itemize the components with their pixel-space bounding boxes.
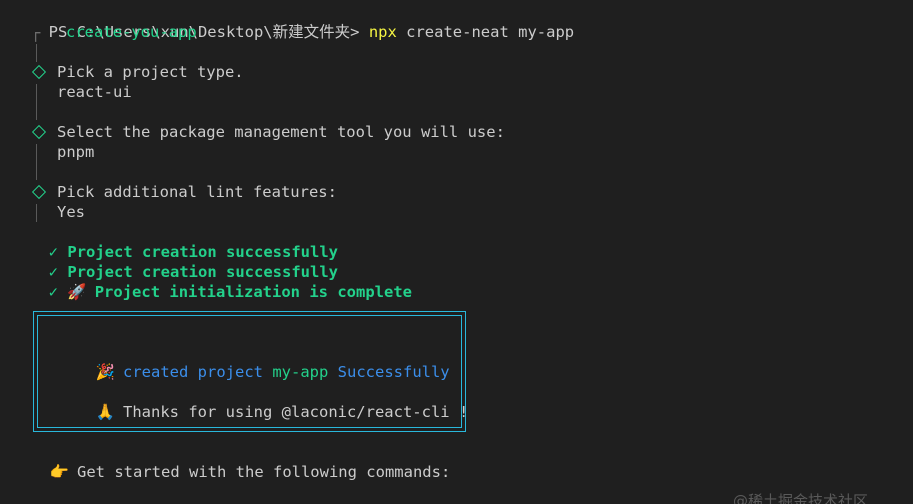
result-line: ✓ Project creation successfully: [30, 222, 338, 261]
step-diamond-icon: [31, 184, 47, 200]
connector-bar: [36, 144, 37, 180]
prompt-line: PS C:\Users\xun\Desktop\新建文件夹> npx creat…: [30, 2, 574, 41]
success-prefix: created project: [123, 363, 273, 381]
step-question: Pick additional lint features:: [57, 183, 337, 201]
check-icon: ✓: [48, 283, 59, 301]
result-text: Project initialization is complete: [94, 283, 412, 301]
connector-bar: [36, 204, 37, 222]
command-line: cd my-app: [40, 483, 143, 503]
step-diamond-icon: [31, 124, 47, 140]
thanks-text: Thanks for using @laconic/react-cli !: [123, 403, 469, 421]
success-suffix: Successfully: [328, 363, 450, 381]
get-started-line: 👉 Get started with the following command…: [31, 442, 451, 481]
connector-bar: [36, 84, 37, 120]
get-started-text: Get started with the following commands:: [77, 463, 451, 481]
pointing-right-icon: 👉: [49, 463, 69, 481]
folded-hands-icon: 🙏: [95, 403, 115, 421]
step-answer: pnpm: [57, 143, 95, 161]
prompt-args: create-neat my-app: [396, 23, 575, 41]
connector-bar: [36, 44, 37, 62]
project-name: my-app: [272, 363, 329, 381]
step-question: Pick a project type.: [57, 63, 244, 81]
prompt-command: npx: [368, 23, 397, 41]
watermark: @稀土掘金技术社区: [733, 492, 869, 504]
step-answer: react-ui: [57, 83, 132, 101]
step-diamond-icon: [31, 64, 47, 80]
party-popper-icon: 🎉: [95, 363, 115, 381]
thanks-line: 🙏 Thanks for using @laconic/react-cli !: [77, 382, 469, 421]
result-line: ✓ 🚀 Project initialization is complete: [30, 262, 412, 301]
header-corner: ┌: [31, 24, 41, 42]
result-line: ✓ Project creation successfully: [30, 242, 338, 281]
success-line: 🎉 created project my-app Successfully: [77, 342, 450, 381]
header-title: create-you-app: [66, 23, 197, 41]
step-answer: Yes: [57, 203, 85, 221]
step-question: Select the package management tool you w…: [57, 123, 505, 141]
rocket-icon: 🚀: [67, 283, 87, 301]
